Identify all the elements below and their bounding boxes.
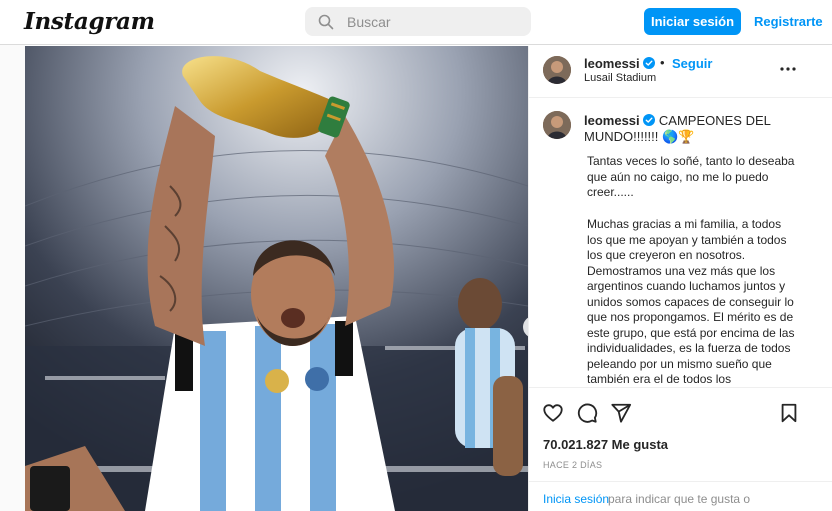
heart-icon[interactable] bbox=[542, 402, 564, 424]
follow-button[interactable]: Seguir bbox=[672, 56, 712, 71]
top-navigation-bar: Instagram Buscar Iniciar sesión Registra… bbox=[0, 0, 832, 45]
caption-line: los que me apoyan y también a todos bbox=[587, 232, 787, 247]
avatar[interactable] bbox=[543, 56, 571, 84]
login-button[interactable]: Iniciar sesión bbox=[644, 8, 741, 35]
separator-dot: • bbox=[660, 55, 665, 70]
caption-username[interactable]: leomessi bbox=[584, 113, 640, 128]
login-prompt: Inicia sesión para indicar que te gusta … bbox=[529, 481, 832, 511]
caption-line: peleando por un mismo sueño que bbox=[587, 356, 772, 371]
login-prompt-text: para indicar que te gusta o bbox=[608, 492, 751, 506]
post-username[interactable]: leomessi bbox=[584, 56, 640, 71]
caption-line: creer...... bbox=[587, 185, 634, 199]
share-icon[interactable] bbox=[610, 402, 632, 424]
post-timestamp[interactable]: HACE 2 DÍAS bbox=[543, 460, 602, 470]
caption-paragraph-2: Muchas gracias a mi familia, a todos los… bbox=[587, 217, 803, 388]
search-icon bbox=[318, 14, 334, 30]
post-header: leomessi • Seguir Lusail Stadium bbox=[529, 46, 832, 98]
avatar-image bbox=[543, 111, 571, 139]
bookmark-icon[interactable] bbox=[778, 402, 800, 424]
caption-title: leomessi CAMPEONES DEL MUNDO!!!!!!! 🌎🏆 bbox=[584, 113, 784, 145]
search-input[interactable]: Buscar bbox=[305, 7, 531, 36]
search-placeholder: Buscar bbox=[347, 14, 391, 30]
left-gutter bbox=[0, 45, 25, 511]
post-details-panel: leomessi • Seguir Lusail Stadium leomess… bbox=[528, 46, 832, 511]
caption-line: individualidades, es la fuerza de todos bbox=[587, 341, 791, 355]
caption-line: que aún no caigo, no me lo puedo bbox=[587, 169, 769, 184]
caption-line: Muchas gracias a mi familia, a todos bbox=[587, 217, 782, 231]
caption-line: Tantas veces lo soñé, tanto lo deseaba bbox=[587, 154, 795, 168]
avatar-image bbox=[543, 56, 571, 84]
caption-line: unidos somos capaces de conseguir lo bbox=[587, 294, 794, 309]
login-prompt-link[interactable]: Inicia sesión bbox=[543, 492, 609, 506]
caption-line: argentinos cuando luchamos juntos y bbox=[587, 279, 786, 293]
caption-line: también era el de todos los bbox=[587, 372, 732, 386]
caption-line: que nos propongamos. El mérito es de bbox=[587, 310, 794, 324]
caption-avatar[interactable] bbox=[543, 111, 571, 139]
caption-paragraph-1: Tantas veces lo soñé, tanto lo deseaba q… bbox=[587, 154, 803, 201]
verified-badge-icon bbox=[643, 57, 655, 69]
comment-icon[interactable] bbox=[576, 402, 598, 424]
instagram-logo[interactable]: Instagram bbox=[24, 8, 155, 35]
post-photo-artwork bbox=[25, 46, 528, 511]
post-image[interactable] bbox=[25, 46, 528, 511]
verified-badge-icon bbox=[643, 114, 656, 126]
register-link[interactable]: Registrarte bbox=[754, 14, 823, 29]
more-options-icon[interactable] bbox=[779, 67, 797, 71]
caption-line: este grupo, que está por encima de las bbox=[587, 325, 795, 340]
likes-count[interactable]: 70.021.827 Me gusta bbox=[543, 437, 668, 452]
post-actions: 70.021.827 Me gusta HACE 2 DÍAS Inicia s… bbox=[529, 387, 832, 511]
caption-line: Demostramos una vez más que los bbox=[587, 263, 776, 278]
post-location[interactable]: Lusail Stadium bbox=[584, 72, 656, 84]
caption-line: los que creyeron en nosotros. bbox=[587, 248, 746, 262]
